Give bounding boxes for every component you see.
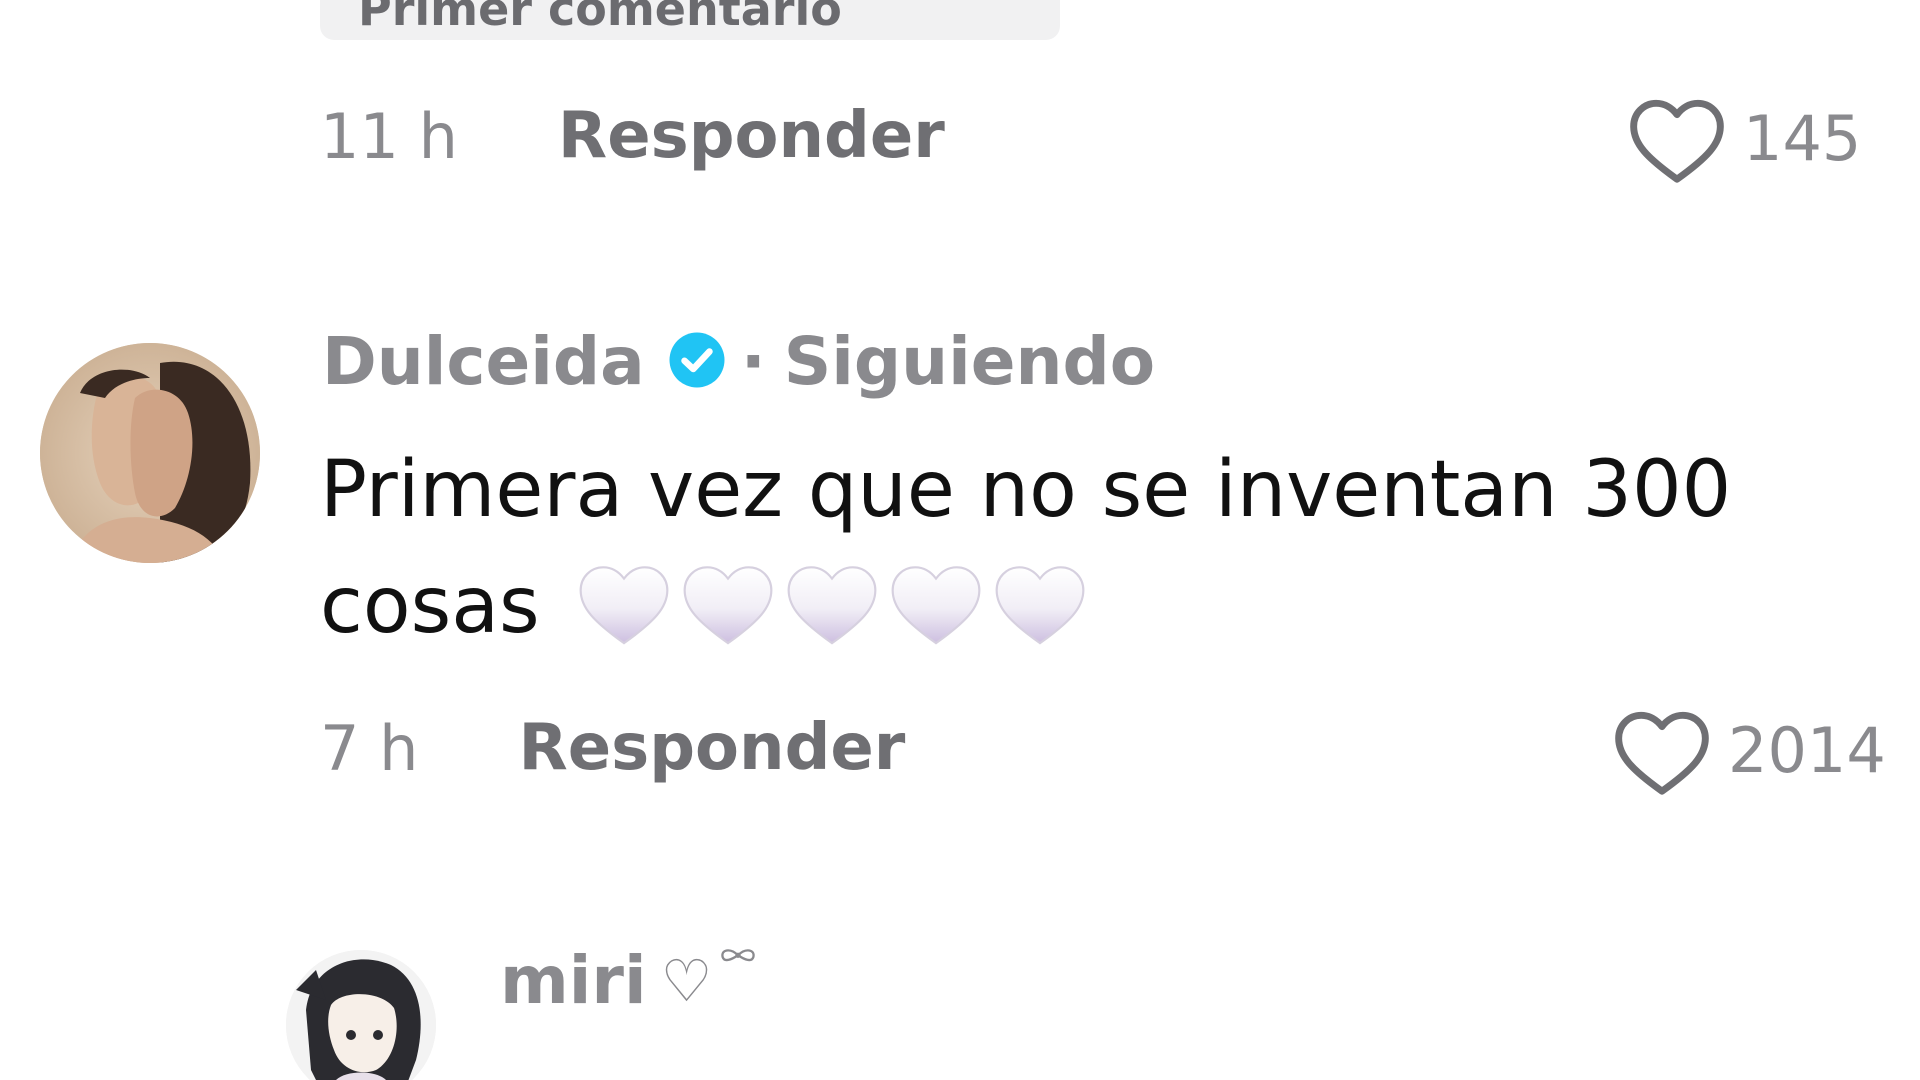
first-comment-badge: Primer comentario xyxy=(320,0,1060,40)
username[interactable]: miri xyxy=(500,942,647,1019)
avatar-image xyxy=(286,950,436,1080)
top-comment-meta: 11 h Responder xyxy=(320,96,945,176)
reply-button[interactable]: Responder xyxy=(518,711,905,785)
white-heart-icon xyxy=(892,566,981,645)
heart-outline-icon xyxy=(1615,711,1709,795)
like-button[interactable]: 145 xyxy=(1625,88,1861,188)
avatar-image xyxy=(40,343,260,563)
comments-panel: Primer comentario 11 h Responder 145 Dul… xyxy=(0,0,1920,1080)
following-label[interactable]: Siguiendo xyxy=(784,323,1155,400)
username-suffix: ♡ xyxy=(660,946,713,1015)
bow-icon xyxy=(720,948,755,961)
separator-dot: · xyxy=(740,323,766,400)
white-heart-icon xyxy=(788,566,877,645)
white-heart-icon xyxy=(684,566,773,645)
heart-outline-icon xyxy=(1630,99,1724,183)
avatar[interactable] xyxy=(286,950,436,1080)
like-button[interactable]: 2014 xyxy=(1610,700,1886,800)
white-heart-icon xyxy=(996,566,1085,645)
reply-button[interactable]: Responder xyxy=(558,99,945,173)
like-count: 145 xyxy=(1743,101,1862,175)
comment-text: Primera vez que no se inventan 300 cosas xyxy=(320,432,1880,682)
avatar[interactable] xyxy=(40,343,260,563)
verified-badge-icon xyxy=(667,330,727,394)
first-comment-badge-label: Primer comentario xyxy=(358,0,842,36)
comment-header: miri ♡ xyxy=(500,942,761,1019)
comment-header: Dulceida · Siguiendo xyxy=(322,323,1155,400)
white-hearts-emoji xyxy=(572,554,1092,682)
username[interactable]: Dulceida xyxy=(322,323,645,400)
like-count: 2014 xyxy=(1728,713,1886,787)
comment-time: 7 h xyxy=(320,711,419,785)
comment-time: 11 h xyxy=(320,99,458,173)
white-heart-icon xyxy=(580,566,669,645)
comment-meta: 7 h Responder xyxy=(320,708,905,788)
